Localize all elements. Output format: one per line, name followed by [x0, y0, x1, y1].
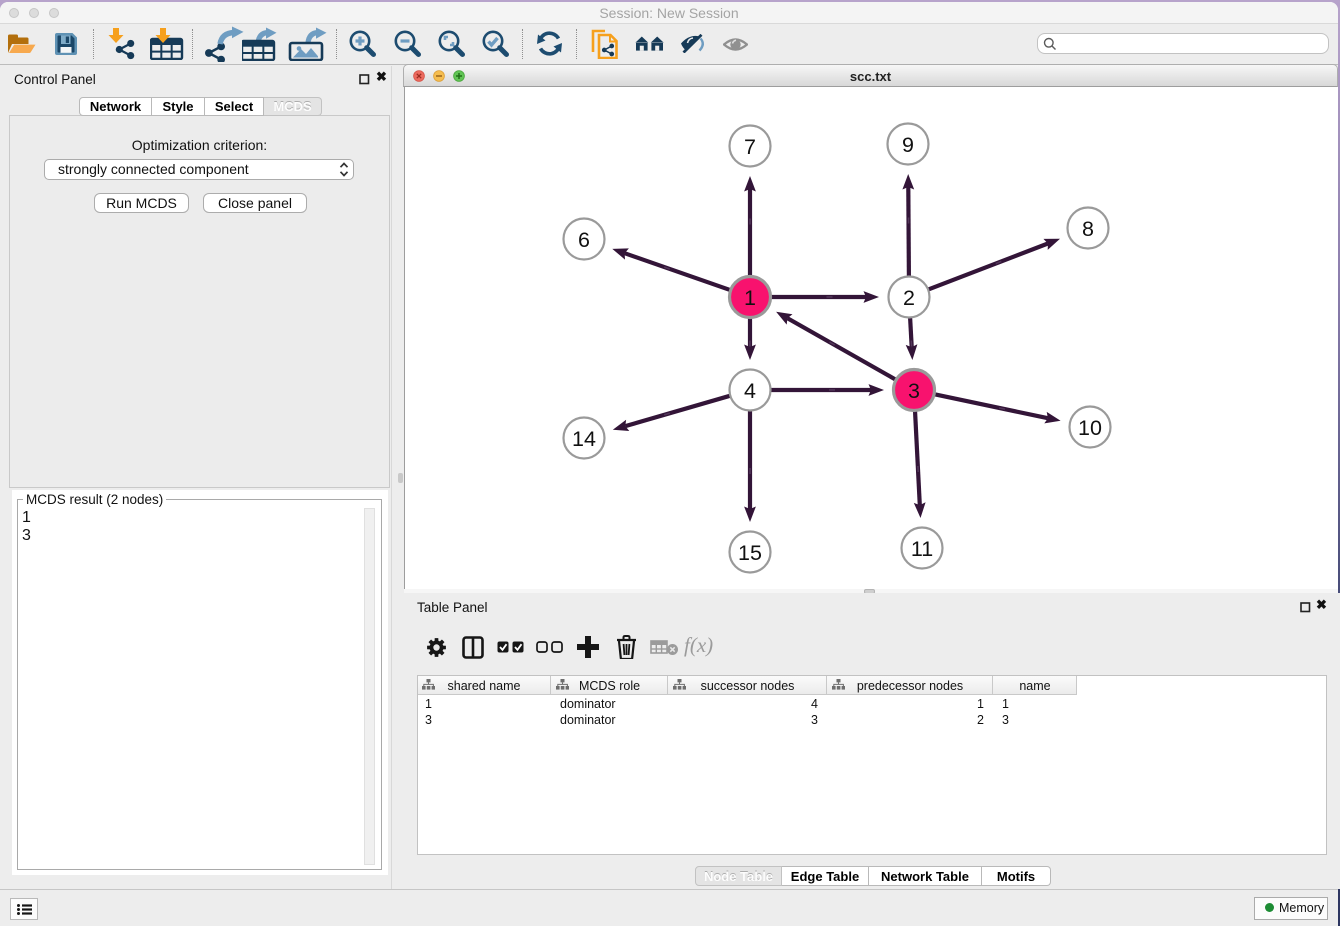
svg-text:11: 11 [911, 537, 933, 561]
svg-text:14: 14 [572, 427, 596, 451]
svg-text:3: 3 [908, 379, 920, 403]
svg-text:6: 6 [578, 228, 590, 252]
svg-text:4: 4 [744, 379, 756, 403]
svg-text:7: 7 [744, 135, 756, 159]
svg-text:8: 8 [1082, 217, 1094, 241]
svg-text:9: 9 [902, 133, 914, 157]
svg-text:10: 10 [1078, 416, 1102, 440]
svg-text:2: 2 [903, 286, 915, 310]
svg-text:1: 1 [744, 286, 756, 310]
svg-text:15: 15 [738, 541, 762, 565]
